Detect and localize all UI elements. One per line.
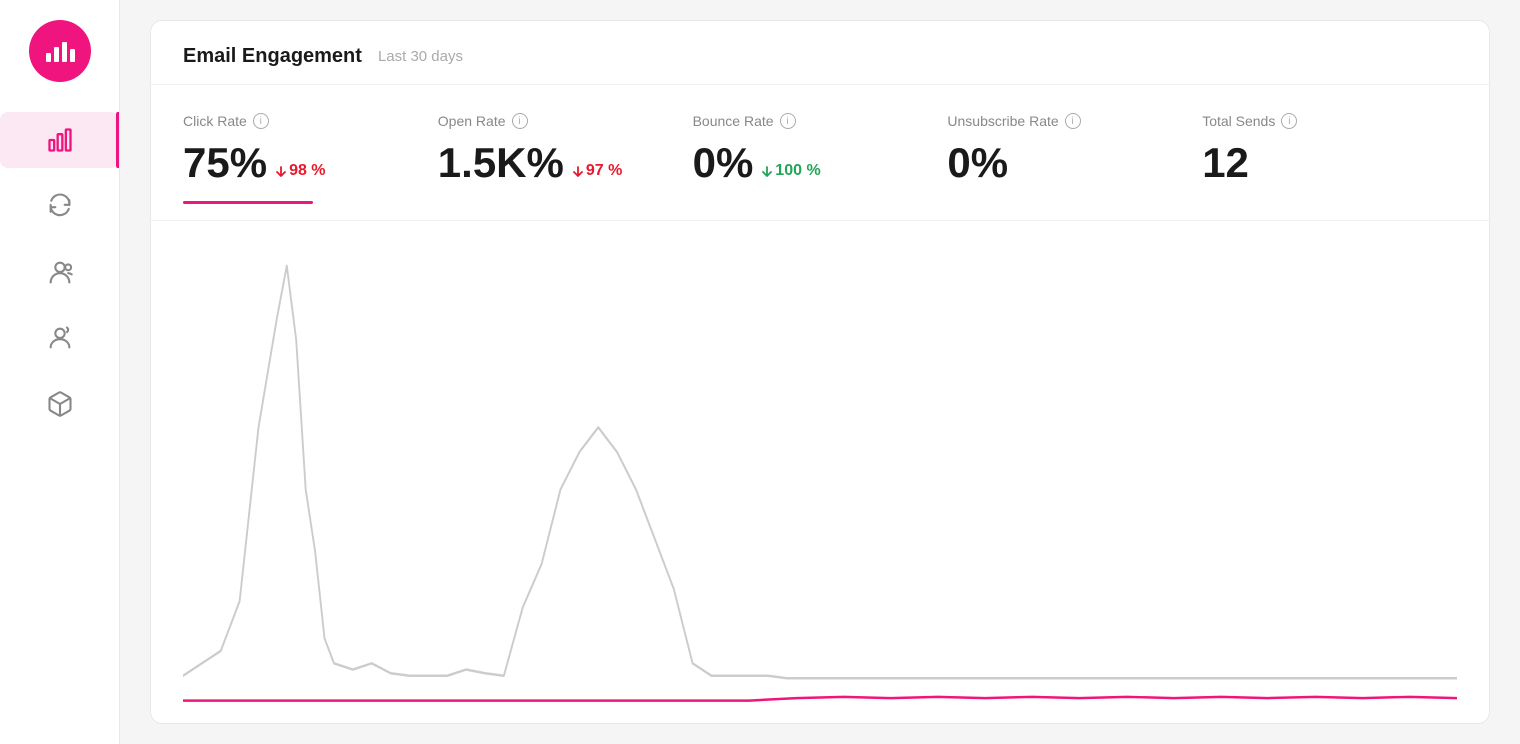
chart-area bbox=[151, 221, 1489, 723]
bounce-rate-info-icon[interactable]: i bbox=[780, 113, 796, 129]
metric-click-rate-label: Click Rate i bbox=[183, 113, 418, 129]
sync-icon bbox=[46, 192, 74, 220]
logo-icon bbox=[45, 36, 75, 66]
metrics-row: Click Rate i 75% 98 % Open Rate i bbox=[151, 85, 1489, 221]
bounce-rate-value-row: 0% 100 % bbox=[693, 139, 928, 187]
sidebar bbox=[0, 0, 120, 744]
contacts-icon bbox=[46, 258, 74, 286]
click-rate-change: 98 % bbox=[275, 162, 325, 180]
sidebar-item-box[interactable] bbox=[0, 376, 119, 432]
sidebar-item-sync[interactable] bbox=[0, 178, 119, 234]
click-rate-underline bbox=[183, 201, 313, 204]
down-arrow-icon bbox=[572, 165, 584, 177]
metric-unsubscribe-rate-label: Unsubscribe Rate i bbox=[947, 113, 1182, 129]
metric-open-rate: Open Rate i 1.5K% 97 % bbox=[438, 113, 693, 204]
sidebar-item-contacts[interactable] bbox=[0, 244, 119, 300]
open-rate-change: 97 % bbox=[572, 162, 622, 180]
unsubscribe-rate-value-row: 0% bbox=[947, 139, 1182, 187]
down-arrow-icon bbox=[275, 165, 287, 177]
metric-open-rate-label: Open Rate i bbox=[438, 113, 673, 129]
metric-click-rate: Click Rate i 75% 98 % bbox=[183, 113, 438, 204]
profile-icon bbox=[46, 324, 74, 352]
card-subtitle: Last 30 days bbox=[378, 48, 463, 65]
bounce-rate-value: 0% bbox=[693, 139, 754, 187]
total-sends-value: 12 bbox=[1202, 139, 1249, 187]
click-rate-value: 75% bbox=[183, 139, 267, 187]
open-rate-info-icon[interactable]: i bbox=[512, 113, 528, 129]
down-arrow-green-icon bbox=[761, 165, 773, 177]
sidebar-item-analytics[interactable] bbox=[0, 112, 119, 168]
metric-total-sends-label: Total Sends i bbox=[1202, 113, 1437, 129]
open-rate-value: 1.5K% bbox=[438, 139, 564, 187]
total-sends-info-icon[interactable]: i bbox=[1281, 113, 1297, 129]
total-sends-value-row: 12 bbox=[1202, 139, 1437, 187]
metric-bounce-rate-label: Bounce Rate i bbox=[693, 113, 928, 129]
unsubscribe-rate-info-icon[interactable]: i bbox=[1065, 113, 1081, 129]
sidebar-item-profile[interactable] bbox=[0, 310, 119, 366]
main-content: Email Engagement Last 30 days Click Rate… bbox=[120, 0, 1520, 744]
metric-total-sends: Total Sends i 12 bbox=[1202, 113, 1457, 204]
engagement-chart bbox=[183, 241, 1457, 713]
click-rate-info-icon[interactable]: i bbox=[253, 113, 269, 129]
card-header: Email Engagement Last 30 days bbox=[151, 21, 1489, 85]
box-icon bbox=[46, 390, 74, 418]
metric-bounce-rate: Bounce Rate i 0% 100 % bbox=[693, 113, 948, 204]
click-rate-value-row: 75% 98 % bbox=[183, 139, 418, 187]
app-logo[interactable] bbox=[29, 20, 91, 82]
unsubscribe-rate-value: 0% bbox=[947, 139, 1008, 187]
bounce-rate-change: 100 % bbox=[761, 162, 820, 180]
card-title: Email Engagement bbox=[183, 45, 362, 68]
metric-unsubscribe-rate: Unsubscribe Rate i 0% bbox=[947, 113, 1202, 204]
analytics-icon bbox=[46, 126, 74, 154]
open-rate-value-row: 1.5K% 97 % bbox=[438, 139, 673, 187]
email-engagement-card: Email Engagement Last 30 days Click Rate… bbox=[150, 20, 1490, 724]
